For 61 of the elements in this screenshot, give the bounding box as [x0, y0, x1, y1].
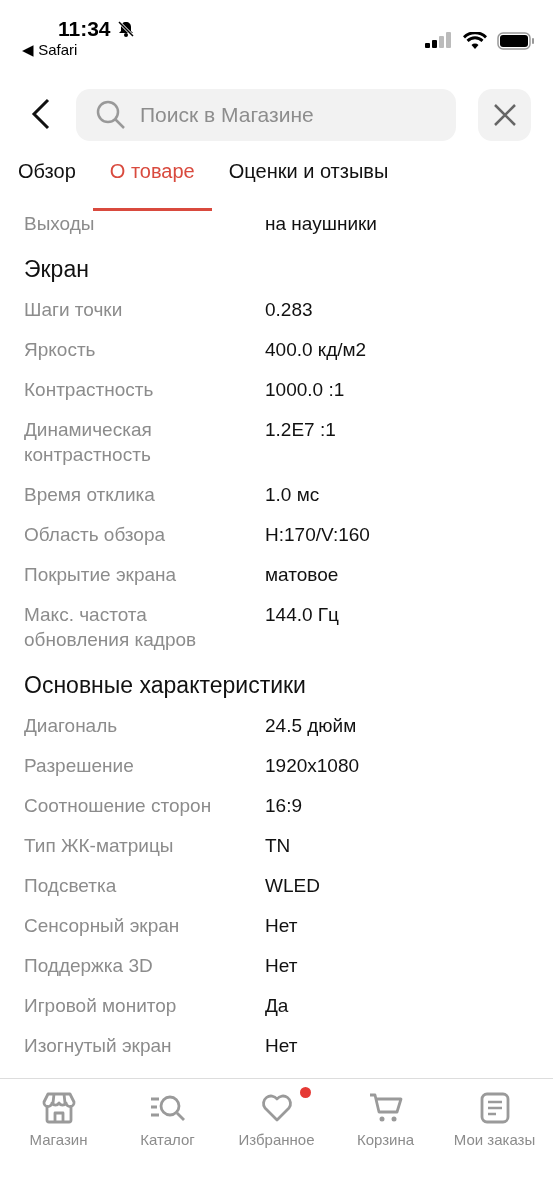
spec-label: Выходы — [24, 212, 96, 236]
tab[interactable]: Обзор — [1, 159, 93, 211]
nav-item[interactable]: Корзина — [331, 1091, 440, 1161]
spec-label: Шаги точки — [24, 298, 124, 322]
spec-value: 1920x1080 — [265, 754, 361, 778]
spec-label: Динамическая контрастность — [24, 418, 153, 467]
list-search-icon — [148, 1093, 187, 1123]
spec-value: 24.5 дюйм — [265, 714, 358, 738]
tab[interactable]: Оценки и отзывы — [211, 159, 406, 211]
bell-slash-icon — [116, 20, 135, 38]
spec-label: Макс. частота обновления кадров — [24, 603, 198, 652]
spec-label: Время отклика — [24, 483, 156, 507]
spec-value: H:170/V:160 — [265, 523, 371, 547]
document-icon — [479, 1092, 510, 1124]
spec-value: 16:9 — [265, 794, 303, 818]
nav-item[interactable]: Избранное — [222, 1091, 331, 1161]
store-icon — [41, 1092, 76, 1124]
spec-value: 400.0 кд/м2 — [265, 338, 368, 362]
search-icon — [96, 100, 126, 130]
wifi-icon — [463, 32, 487, 50]
tab[interactable]: О товаре — [92, 159, 212, 211]
close-button[interactable] — [478, 89, 531, 141]
search-field[interactable]: Поиск в Магазине — [76, 89, 456, 141]
spec-value: на наушники — [265, 212, 378, 236]
close-icon — [492, 103, 517, 127]
spec-label: Подсветка — [24, 874, 118, 898]
spec-value: 0.283 — [265, 298, 314, 322]
spec-label: Разрешение — [24, 754, 135, 778]
spec-label: Контрастность — [24, 378, 155, 402]
spec-value: TN — [265, 834, 292, 858]
spec-label: Яркость — [24, 338, 97, 362]
nav-item[interactable]: Каталог — [113, 1091, 222, 1161]
spec-value: 1000.0 :1 — [265, 378, 346, 402]
spec-value: Да — [265, 994, 290, 1018]
signal-icon — [425, 32, 453, 50]
spec-label: Сенсорный экран — [24, 914, 181, 938]
section-heading: Основные характеристики — [24, 670, 307, 700]
back-to-app-link[interactable]: ◀ Safari — [22, 41, 135, 59]
heart-icon — [260, 1094, 293, 1122]
spec-label: Диагональ — [24, 714, 119, 738]
spec-value: матовое — [265, 563, 340, 587]
spec-value: Нет — [265, 954, 299, 978]
spec-label: Соотношение сторон — [24, 794, 213, 818]
nav-item[interactable]: Магазин — [4, 1091, 113, 1161]
spec-value: WLED — [265, 874, 321, 898]
spec-value: 144.0 Гц — [265, 603, 340, 627]
spec-value: 1.0 мс — [265, 483, 321, 507]
spec-value: Нет — [265, 1034, 299, 1058]
spec-label: Игровой монитор — [24, 994, 178, 1018]
spec-label: Покрытие экрана — [24, 563, 178, 587]
spec-label: Поддержка 3D — [24, 954, 154, 978]
status-time: 11:34 — [58, 17, 111, 41]
spec-label: Тип ЖК-матрицы — [24, 834, 175, 858]
nav-item[interactable]: Мои заказы — [440, 1091, 549, 1161]
cart-icon — [368, 1092, 403, 1124]
section-heading: Экран — [24, 254, 90, 284]
spec-label: Изогнутый экран — [24, 1034, 173, 1058]
spec-label: Область обзора — [24, 523, 167, 547]
spec-value: Нет — [265, 914, 299, 938]
battery-icon — [497, 32, 535, 50]
spec-value: 1.2E7 :1 — [265, 418, 337, 442]
